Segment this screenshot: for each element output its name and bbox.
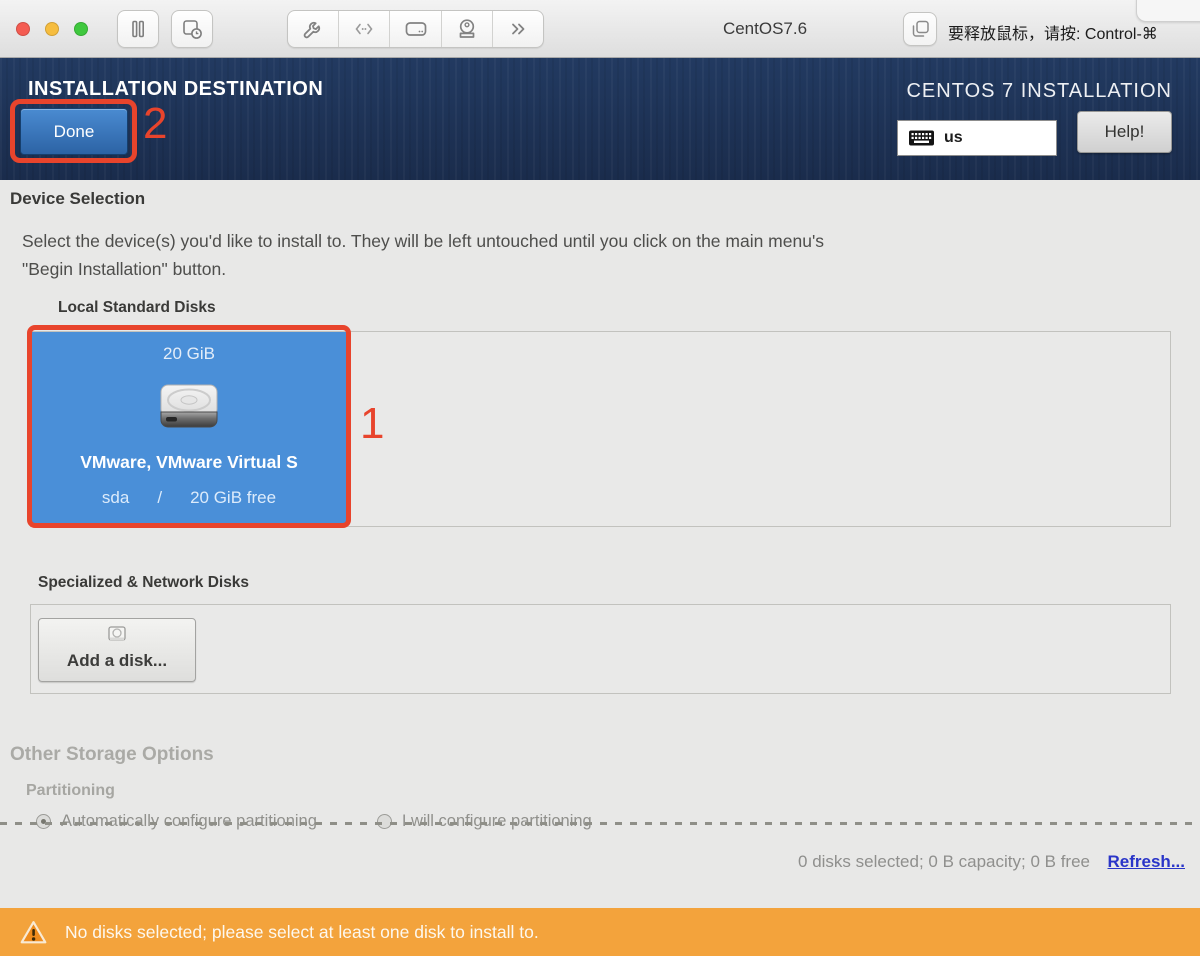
device-selection-description: Select the device(s) you'd like to insta… bbox=[22, 227, 824, 283]
add-disk-icon bbox=[108, 626, 126, 641]
disks-summary: 0 disks selected; 0 B capacity; 0 B free bbox=[798, 852, 1090, 871]
network-disks-panel bbox=[30, 604, 1171, 694]
annotation-box-done bbox=[10, 99, 137, 163]
snapshot-icon bbox=[183, 20, 202, 39]
warning-message: No disks selected; please select at leas… bbox=[65, 921, 539, 942]
vm-console-button[interactable] bbox=[339, 11, 391, 47]
minimize-window-button[interactable] bbox=[45, 22, 59, 36]
description-line-1: Select the device(s) you'd like to insta… bbox=[22, 231, 825, 251]
code-brackets-icon bbox=[355, 23, 373, 35]
float-window-icon bbox=[912, 20, 929, 37]
page-title: INSTALLATION DESTINATION bbox=[28, 78, 324, 100]
close-window-button[interactable] bbox=[16, 22, 30, 36]
vm-toolbar-group bbox=[287, 10, 544, 48]
help-button[interactable]: Help! bbox=[1077, 111, 1172, 153]
refresh-link[interactable]: Refresh... bbox=[1108, 852, 1185, 872]
installer-product-title: CENTOS 7 INSTALLATION bbox=[906, 80, 1172, 102]
mouse-release-hint: 要释放鼠标，请按: Control-⌘ bbox=[948, 26, 1158, 43]
other-storage-heading: Other Storage Options bbox=[10, 744, 214, 765]
hard-disk-icon bbox=[405, 22, 426, 36]
vm-harddisk-button[interactable] bbox=[390, 11, 442, 47]
installer-header: INSTALLATION DESTINATION CENTOS 7 INSTAL… bbox=[0, 58, 1200, 180]
camera-icon bbox=[459, 19, 475, 38]
float-window-button[interactable] bbox=[903, 12, 937, 46]
chevrons-right-icon bbox=[512, 23, 525, 35]
description-line-2: "Begin Installation" button. bbox=[22, 259, 227, 279]
local-disks-heading: Local Standard Disks bbox=[58, 299, 216, 316]
keyboard-layout-selector[interactable]: us bbox=[897, 120, 1057, 156]
annotation-number-1: 1 bbox=[360, 399, 385, 448]
viewport-clip-dashes bbox=[0, 822, 1200, 825]
window-titlebar: CentOS7.6 要释放鼠标，请按: Control-⌘ bbox=[0, 0, 1200, 58]
partitioning-options-clipped: Automatically configure partitioning I w… bbox=[0, 808, 1200, 832]
window-title: CentOS7.6 bbox=[722, 19, 808, 38]
vm-settings-button[interactable] bbox=[288, 11, 340, 47]
annotation-box-disk bbox=[27, 325, 351, 528]
corner-popover-fragment bbox=[1136, 0, 1200, 22]
pause-icon bbox=[132, 20, 145, 38]
warning-triangle-icon bbox=[20, 920, 47, 943]
vm-more-button[interactable] bbox=[493, 11, 543, 47]
device-selection-heading: Device Selection bbox=[10, 189, 146, 208]
partitioning-heading: Partitioning bbox=[26, 782, 115, 799]
keyboard-layout-label: us bbox=[944, 129, 963, 146]
wrench-icon bbox=[303, 21, 321, 39]
vm-camera-button[interactable] bbox=[442, 11, 493, 47]
keyboard-icon bbox=[909, 130, 934, 146]
pause-vm-button[interactable] bbox=[117, 10, 159, 48]
annotation-number-2: 2 bbox=[143, 99, 168, 148]
warning-banner: No disks selected; please select at leas… bbox=[0, 908, 1200, 956]
network-disks-heading: Specialized & Network Disks bbox=[38, 574, 250, 591]
add-disk-button[interactable]: Add a disk... bbox=[38, 618, 196, 682]
add-disk-label: Add a disk... bbox=[66, 651, 168, 670]
zoom-window-button[interactable] bbox=[74, 22, 88, 36]
snapshot-vm-button[interactable] bbox=[171, 10, 213, 48]
